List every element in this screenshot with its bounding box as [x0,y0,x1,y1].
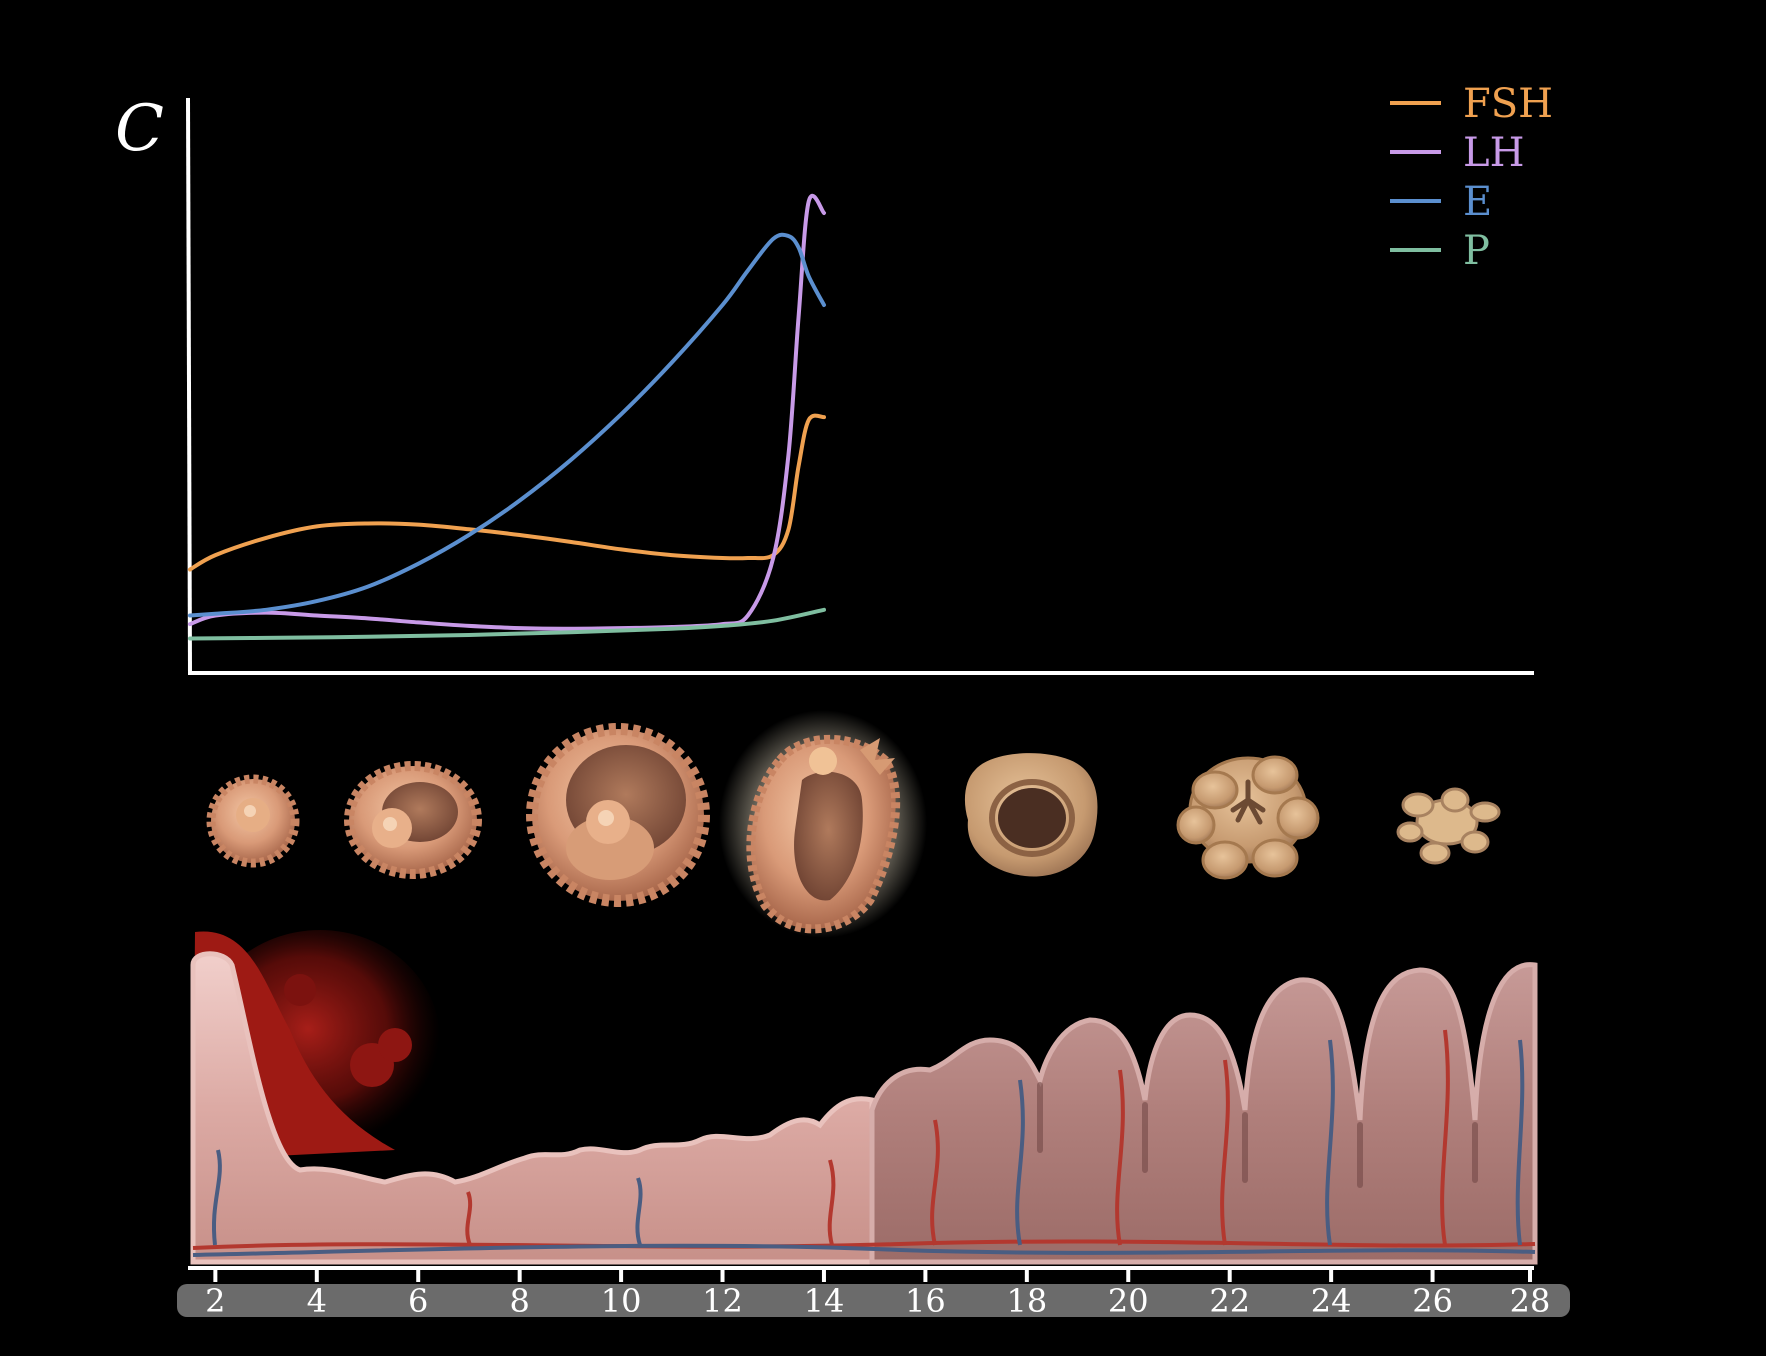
hormone-chart: C FSHLHEP [115,81,1553,675]
day-tick-label: 14 [804,1282,845,1320]
series-line-lh [188,193,826,631]
ovary-stage-row [206,710,1501,938]
day-tick-label: 20 [1108,1282,1149,1320]
primary-follicle-illustration [344,761,482,879]
day-tick-label: 24 [1311,1282,1352,1320]
day-axis-band [177,1284,1570,1317]
legend-label-lh: LH [1463,130,1524,176]
series-line-fsh [188,413,826,572]
primordial-follicle-illustration [206,774,300,868]
legend: FSHLHEP [1390,81,1553,274]
secretory-endometrium [869,962,1538,1265]
corpus-luteum-illustration [964,753,1098,877]
legend-label-fsh: FSH [1463,81,1553,127]
day-tick-label: 22 [1209,1282,1250,1320]
endometrium-illustration [190,930,1538,1265]
y-axis [186,97,192,675]
secondary-follicle-illustration [526,723,710,907]
day-tick-label: 26 [1412,1282,1453,1320]
corpus-albicans-illustration [1396,787,1501,865]
y-axis-label: C [115,92,164,166]
regressing-corpus-luteum-illustration [1176,755,1320,880]
day-tick-label: 6 [408,1282,428,1320]
legend-label-e: E [1463,179,1492,225]
day-tick-label: 16 [905,1282,946,1320]
day-tick-label: 18 [1006,1282,1047,1320]
day-tick-label: 2 [205,1282,225,1320]
day-tick-label: 8 [509,1282,529,1320]
day-tick-label: 4 [307,1282,327,1320]
day-tick-label: 10 [601,1282,642,1320]
ovulating-follicle-illustration [719,710,927,938]
day-tick-label: 12 [702,1282,743,1320]
day-axis: 2 4 6 8 10 12 14 16 18 20 22 24 26 28 [177,1266,1570,1320]
day-tick-label: 28 [1510,1282,1551,1320]
hormone-cycle-figure: C FSHLHEP 2 4 6 8 10 12 14 16 18 20 22 2… [115,81,1570,1320]
legend-label-p: P [1463,228,1490,274]
